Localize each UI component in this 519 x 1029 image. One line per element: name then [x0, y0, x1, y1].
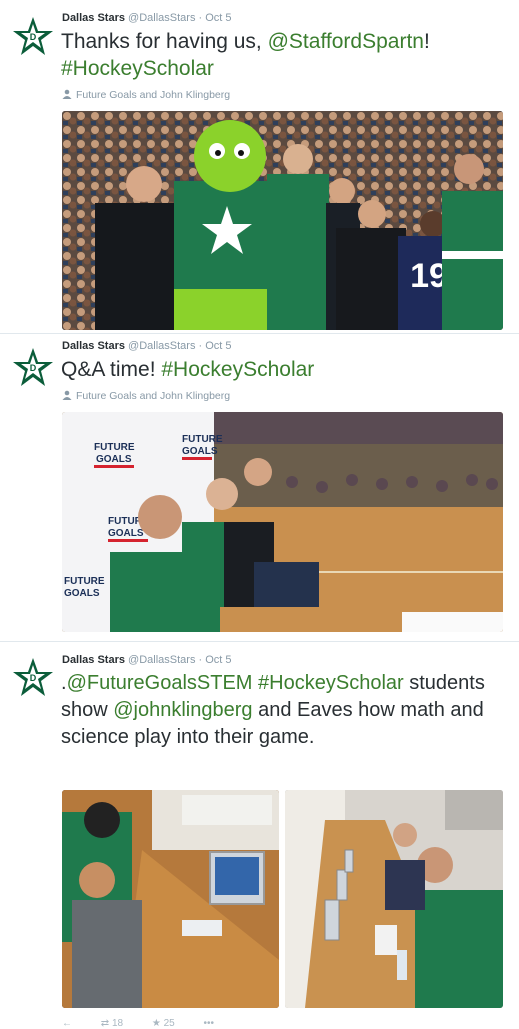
crowd-photo-image: 19 — [62, 111, 503, 330]
svg-text:D: D — [30, 32, 37, 42]
dallas-stars-logo-icon[interactable]: D — [12, 656, 54, 698]
tweet-header: Dallas Stars @DallasStars · Oct 5 — [62, 12, 232, 24]
tweet-text: Q&A time! #HockeyScholar — [61, 356, 506, 383]
classroom-photo-right[interactable] — [285, 790, 503, 1008]
person-icon — [62, 89, 72, 99]
tagged-names[interactable]: Future Goals and John Klingberg — [76, 390, 230, 402]
tagged-users[interactable]: Future Goals and John Klingberg — [62, 390, 230, 402]
author-handle[interactable]: @DallasStars — [128, 654, 195, 666]
banner-word: GOALS — [182, 446, 218, 457]
qa-photo-image: FUTURE GOALS FUTURE GOALS FUTURE GOALS F… — [62, 412, 503, 632]
hashtag-link[interactable]: #HockeyScholar — [258, 672, 404, 694]
tagged-users[interactable]: Future Goals and John Klingberg — [62, 89, 230, 101]
tweet-date[interactable]: Oct 5 — [205, 12, 231, 24]
author-handle[interactable]: @DallasStars — [128, 340, 195, 352]
tweet-text: .@FutureGoalsSTEM #HockeyScholar student… — [61, 670, 506, 751]
qa-photo[interactable]: FUTURE GOALS FUTURE GOALS FUTURE GOALS F… — [62, 412, 503, 632]
svg-text:D: D — [30, 363, 37, 373]
dallas-stars-logo-icon[interactable]: D — [12, 15, 54, 57]
author-handle[interactable]: @DallasStars — [128, 12, 195, 24]
classroom-photo-left[interactable] — [62, 790, 279, 1008]
person-icon — [62, 390, 72, 400]
tweet-date[interactable]: Oct 5 — [205, 654, 231, 666]
svg-text:D: D — [30, 673, 37, 683]
tweet-date[interactable]: Oct 5 — [205, 340, 231, 352]
dallas-stars-logo-icon[interactable]: D — [12, 346, 54, 388]
crowd-photo[interactable]: 19 — [62, 111, 503, 330]
banner-word: FUTURE — [94, 442, 135, 453]
tweet-1[interactable]: D Dallas Stars @DallasStars · Oct 5 Than… — [0, 0, 519, 333]
author-name[interactable]: Dallas Stars — [62, 12, 125, 24]
tweet-2[interactable]: D Dallas Stars @DallasStars · Oct 5 Q&A … — [0, 333, 519, 642]
author-name[interactable]: Dallas Stars — [62, 654, 125, 666]
hashtag-link[interactable]: #HockeyScholar — [161, 358, 314, 381]
text-segment: Q&A time! — [61, 358, 162, 381]
banner-word: FUTURE — [182, 434, 223, 445]
banner-word: GOALS — [64, 588, 100, 599]
tweet-header: Dallas Stars @DallasStars · Oct 5 — [62, 654, 232, 666]
mention-link[interactable]: @FutureGoalsSTEM — [67, 672, 253, 694]
author-name[interactable]: Dallas Stars — [62, 340, 125, 352]
tweet-header: Dallas Stars @DallasStars · Oct 5 — [62, 340, 232, 352]
classroom-photo-right-image — [285, 790, 503, 1008]
classroom-photo-left-image — [62, 790, 279, 1008]
tagged-names[interactable]: Future Goals and John Klingberg — [76, 89, 230, 101]
tweet-text: Thanks for having us, @StaffordSpartn! #H… — [61, 28, 506, 82]
tweet-3[interactable]: D Dallas Stars @DallasStars · Oct 5 .@Fu… — [0, 641, 519, 1029]
mention-link[interactable]: @StaffordSpartn — [268, 30, 424, 53]
banner-word: GOALS — [96, 454, 132, 465]
banner-word: FUTURE — [64, 576, 105, 587]
banner-word: GOALS — [108, 528, 144, 539]
text-segment: Thanks for having us, — [61, 30, 268, 53]
mention-link[interactable]: @johnklingberg — [113, 699, 252, 721]
hashtag-link[interactable]: #HockeyScholar — [61, 57, 214, 80]
text-segment: ! — [423, 30, 430, 53]
